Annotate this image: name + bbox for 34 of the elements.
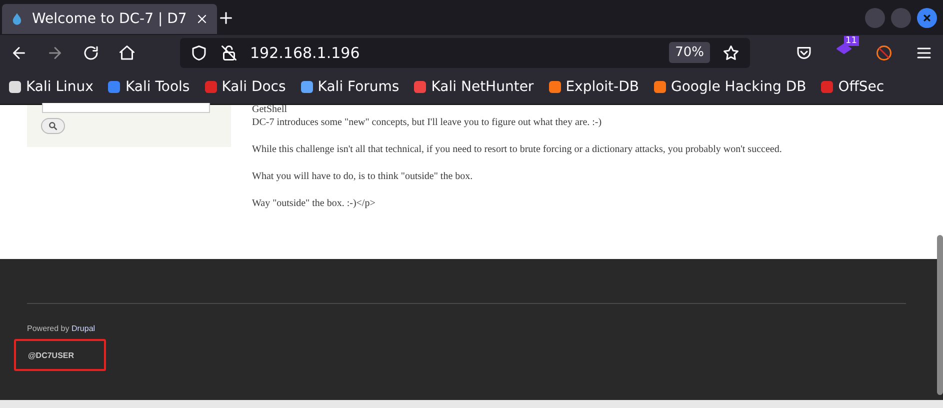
paragraph-text: DC-7 introduces some "new" concepts, but I'll leave you to figure out what they are. :-) bbox=[252, 117, 603, 128]
star-icon[interactable] bbox=[722, 44, 740, 62]
browser-tab[interactable]: Welcome to DC-7 | D7 bbox=[2, 4, 217, 34]
address-bar[interactable]: 192.168.1.196 70% bbox=[180, 38, 750, 68]
zoom-level-button[interactable]: 70% bbox=[669, 42, 710, 63]
extension-badge: 11 bbox=[844, 36, 859, 46]
blocked-icon[interactable] bbox=[875, 44, 893, 62]
paragraph-text: Way "outside" the box. :-)</p> bbox=[252, 198, 376, 209]
shield-icon[interactable] bbox=[190, 44, 208, 62]
close-button[interactable] bbox=[917, 8, 937, 28]
search-field[interactable] bbox=[42, 103, 210, 113]
bookmark-link[interactable]: OffSec bbox=[820, 79, 884, 95]
close-icon bbox=[922, 12, 932, 22]
url-text: 192.168.1.196 bbox=[250, 44, 361, 62]
bookmark-link[interactable]: Kali Docs bbox=[204, 79, 286, 95]
bookmark-link[interactable]: Exploit-DB bbox=[548, 79, 639, 95]
bookmark-link[interactable]: Google Hacking DB bbox=[652, 79, 806, 95]
scrollbar-thumb[interactable] bbox=[937, 235, 943, 395]
bookmark-link[interactable]: Kali Forums bbox=[300, 79, 400, 95]
bookmark-link[interactable]: Kali NetHunter bbox=[413, 79, 534, 95]
paragraph-text: What you will have to do, is to think "outside" the box. bbox=[252, 171, 474, 182]
heading-text: GetShell bbox=[252, 105, 288, 115]
home-icon[interactable] bbox=[118, 44, 136, 62]
reload-icon[interactable] bbox=[82, 44, 100, 62]
insecure-lock-icon[interactable] bbox=[220, 44, 238, 62]
search-icon bbox=[48, 121, 58, 131]
username-text: @DC7USER bbox=[28, 350, 74, 360]
powered-by-text: Powered by Drupal bbox=[27, 324, 96, 333]
drop-icon bbox=[10, 12, 24, 26]
bookmark-link[interactable]: Kali Linux bbox=[8, 79, 94, 95]
drupal-link[interactable]: Drupal bbox=[71, 324, 96, 333]
search-button[interactable] bbox=[41, 118, 65, 134]
bookmark-link[interactable]: Kali Tools bbox=[107, 79, 190, 95]
paragraph-text: While this challenge isn't all that technical, if you need to resort to brute forcing or a dictionary attacks, you probably won't succeed. bbox=[252, 144, 782, 155]
